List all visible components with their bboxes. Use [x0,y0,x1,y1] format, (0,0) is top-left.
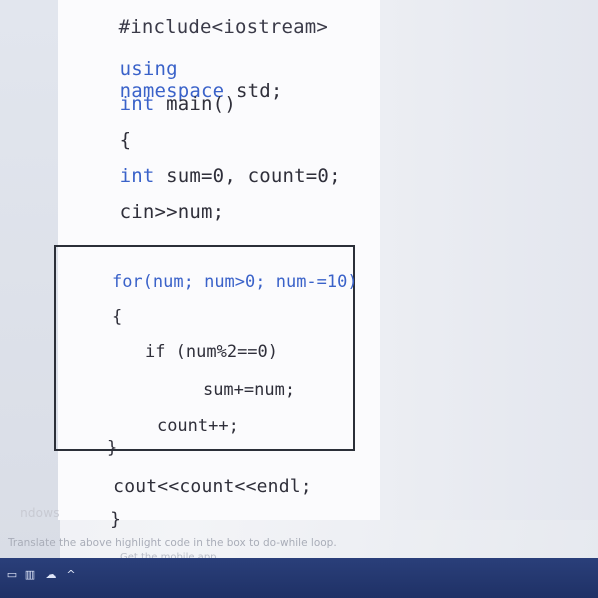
if-text: if (num%2==0) [144,342,279,362]
cin-line: cin>>num; [73,179,225,245]
left-panel [0,0,60,560]
count-line: count++; [116,396,239,456]
final-brace: } [110,509,122,530]
faded-overlay-text: ndows [4,492,60,534]
count-text: count++; [156,416,239,436]
faded-text: ndows [20,506,60,520]
screen: #include<iostream> using namespace std; … [0,0,598,598]
cin-text: cin>>num; [119,201,225,223]
for-condition: (num; num>0; num-=10) [142,272,358,292]
battery-icon[interactable]: ▥ [23,569,37,580]
taskbar: ▭ ▥ ☁ ^ [0,558,598,598]
cloud-icon[interactable]: ☁ [44,569,58,580]
network-icon[interactable]: ▭ [5,569,19,580]
main-rest: main() [154,93,236,115]
include-text: #include<iostream> [118,16,329,38]
right-panel [380,0,598,520]
cout-text: cout<<count<<endl; [113,476,312,497]
question-instruction: Translate the above highlight code in th… [8,537,337,549]
chevron-up-icon[interactable]: ^ [64,569,78,580]
